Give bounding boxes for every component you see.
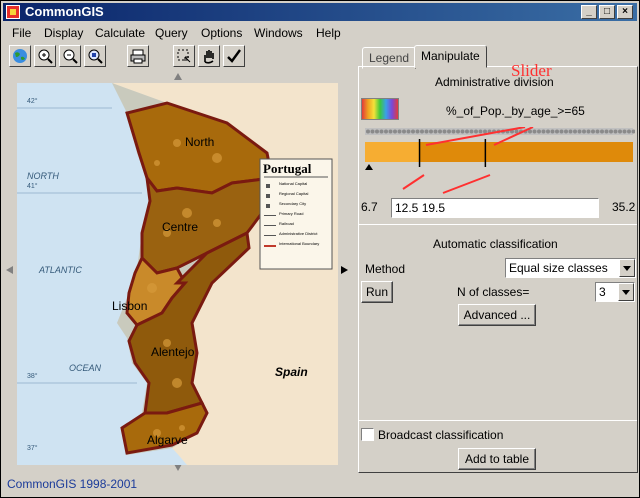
chevron-down-icon[interactable] bbox=[619, 259, 635, 277]
scroll-right-arrow-icon[interactable] bbox=[341, 266, 348, 274]
menu-bar: File Display Calculate Query Options Win… bbox=[3, 23, 637, 43]
method-select[interactable]: Equal size classes bbox=[505, 258, 636, 278]
slider-annotation: Slider bbox=[511, 61, 552, 80]
legend-line: Secondary City bbox=[279, 201, 307, 206]
manipulate-panel: Administrative division %_of_Pop._by_age… bbox=[358, 61, 638, 473]
breaks-input[interactable]: 12.5 19.5 bbox=[391, 198, 599, 218]
divider bbox=[359, 224, 637, 225]
method-value: Equal size classes bbox=[509, 261, 608, 275]
panel-splitter[interactable] bbox=[351, 43, 357, 473]
run-button[interactable]: Run bbox=[361, 281, 393, 303]
zoom-select-icon[interactable] bbox=[84, 45, 106, 67]
region-label-centre: Centre bbox=[162, 220, 199, 234]
scroll-left-arrow-icon[interactable] bbox=[6, 266, 13, 274]
add-to-table-button[interactable]: Add to table bbox=[458, 448, 536, 470]
print-icon[interactable] bbox=[127, 45, 149, 67]
latitude-label: 38° bbox=[27, 373, 38, 380]
map-view[interactable]: Portugal National Capital Regional Capit… bbox=[17, 83, 338, 465]
region-label-alentejo: Alentejo bbox=[151, 345, 195, 359]
menu-query[interactable]: Query bbox=[155, 26, 188, 40]
legend-line: Regional Capital bbox=[279, 191, 309, 196]
attribute-name: %_of_Pop._by_age_>=65 bbox=[446, 104, 585, 118]
slider-max: 35.2 bbox=[612, 200, 636, 214]
menu-help[interactable]: Help bbox=[316, 26, 341, 40]
menu-file[interactable]: File bbox=[12, 26, 31, 40]
zoom-out-icon[interactable] bbox=[59, 45, 81, 67]
legend-line: Administrative District bbox=[279, 231, 318, 236]
legend-line: National Capital bbox=[279, 181, 308, 186]
nclasses-label: N of classes= bbox=[457, 285, 530, 299]
ocean-label: ATLANTIC bbox=[39, 265, 82, 275]
menu-calculate[interactable]: Calculate bbox=[95, 26, 145, 40]
tab-manipulate[interactable]: Manipulate bbox=[414, 45, 487, 68]
scroll-down-arrow-icon[interactable] bbox=[174, 464, 182, 471]
world-icon[interactable] bbox=[9, 45, 31, 67]
country-label-spain: Spain bbox=[275, 365, 308, 379]
main-window: CommonGIS _ □ × File Display Calculate Q… bbox=[0, 0, 640, 498]
latitude-label: 37° bbox=[27, 445, 38, 452]
menu-display[interactable]: Display bbox=[44, 26, 83, 40]
region-label-north: North bbox=[185, 135, 215, 149]
broadcast-label: Broadcast classification bbox=[378, 428, 504, 442]
class-slider[interactable] bbox=[363, 126, 636, 197]
legend-line: International Boundary bbox=[279, 241, 320, 246]
close-button[interactable]: × bbox=[617, 5, 633, 19]
status-text: CommonGIS 1998-2001 bbox=[7, 477, 138, 491]
auto-class-heading: Automatic classification bbox=[433, 237, 558, 251]
latitude-label: 41° bbox=[27, 183, 38, 190]
select-rect-icon[interactable] bbox=[173, 45, 195, 67]
ocean-label: NORTH bbox=[27, 171, 59, 181]
ocean-label: OCEAN bbox=[69, 363, 102, 373]
menu-windows[interactable]: Windows bbox=[254, 26, 303, 40]
region-label-algarve: Algarve bbox=[147, 433, 188, 447]
legend-line: Railroad bbox=[279, 221, 294, 226]
check-icon[interactable] bbox=[223, 45, 245, 67]
map-frame: Portugal National Capital Regional Capit… bbox=[4, 71, 350, 473]
nclasses-select[interactable]: 3 bbox=[595, 282, 635, 302]
divider bbox=[359, 420, 637, 421]
map-title: Portugal bbox=[263, 161, 312, 176]
color-scale-icon[interactable] bbox=[361, 98, 399, 120]
legend-line: Primary Road bbox=[279, 211, 304, 216]
window-title: CommonGIS bbox=[25, 4, 104, 19]
menu-options[interactable]: Options bbox=[201, 26, 242, 40]
hand-icon[interactable] bbox=[198, 45, 220, 67]
nclasses-value: 3 bbox=[599, 285, 606, 299]
chevron-down-icon[interactable] bbox=[618, 283, 634, 301]
maximize-button[interactable]: □ bbox=[599, 5, 615, 19]
region-label-lisbon: Lisbon bbox=[112, 299, 148, 313]
app-icon bbox=[6, 5, 20, 19]
broadcast-checkbox[interactable] bbox=[361, 428, 374, 441]
advanced-button[interactable]: Advanced ... bbox=[458, 304, 536, 326]
minimize-button[interactable]: _ bbox=[581, 5, 597, 19]
method-label: Method bbox=[365, 262, 406, 276]
zoom-in-icon[interactable] bbox=[34, 45, 56, 67]
side-panel: Legend Manipulate Administrative divisio… bbox=[358, 45, 638, 473]
scroll-up-arrow-icon[interactable] bbox=[174, 73, 182, 80]
slider-min: 6.7 bbox=[361, 200, 378, 214]
title-bar: CommonGIS _ □ × bbox=[3, 3, 637, 21]
latitude-label: 42° bbox=[27, 98, 38, 105]
